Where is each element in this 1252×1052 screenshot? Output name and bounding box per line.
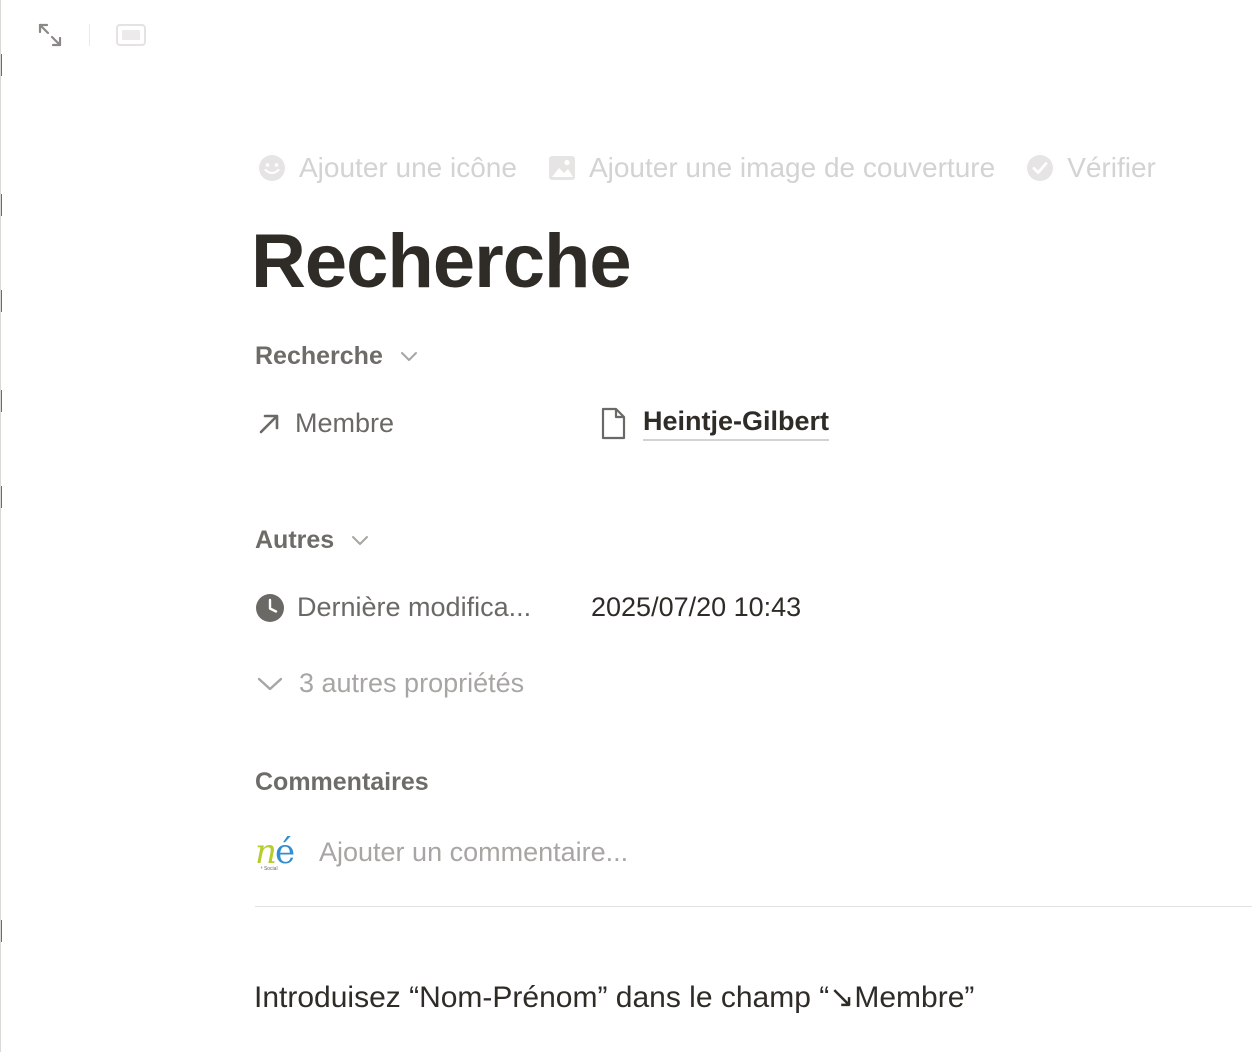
property-value-timestamp: 2025/07/20 10:43 [591, 592, 802, 622]
logo-mark: é [275, 832, 296, 872]
verified-check-icon [1027, 155, 1054, 181]
property-name[interactable]: Membre [255, 408, 585, 439]
section-toggle-autres[interactable]: Autres [255, 526, 370, 555]
property-label: Dernière modifica... [297, 592, 532, 622]
window-edge-marker [1, 920, 2, 942]
comments-heading: Commentaires [255, 768, 429, 796]
section-toggle-recherche[interactable]: Recherche [255, 342, 419, 371]
avatar: n é mt Social [255, 828, 303, 876]
page-actions-row: Ajouter une icône Ajouter une image de c… [257, 152, 1156, 184]
section-label: Recherche [255, 342, 383, 370]
window-edge-marker [1, 54, 2, 76]
verify-button[interactable]: Vérifier [1025, 152, 1156, 184]
page-peek-panel: Ajouter une icône Ajouter une image de c… [0, 0, 1252, 1052]
logo-caption: mt Social [257, 866, 278, 872]
property-row-membre: Membre Heintje-Gilbert [255, 406, 830, 441]
view-mode-icon[interactable] [113, 20, 149, 50]
smiley-icon [259, 155, 285, 181]
window-edge-marker [1, 194, 2, 216]
comment-input[interactable] [319, 836, 1019, 868]
chevron-down-icon [400, 351, 417, 361]
section-label: Autres [255, 526, 335, 554]
window-edge-marker [1, 486, 2, 508]
window-edge-marker [1, 290, 2, 312]
add-icon-button[interactable]: Ajouter une icône [257, 152, 517, 184]
page-title[interactable]: Recherche [251, 218, 632, 305]
toolbar-divider [89, 24, 90, 46]
add-icon-label: Ajouter une icône [299, 152, 517, 183]
relation-link[interactable]: Heintje-Gilbert [597, 406, 830, 441]
window-edge-marker [1, 390, 2, 412]
divider [255, 906, 1252, 907]
expand-icon[interactable] [35, 20, 65, 50]
relation-link-label: Heintje-Gilbert [643, 406, 830, 441]
clock-icon [256, 593, 284, 622]
add-cover-button[interactable]: Ajouter une image de couverture [547, 152, 995, 184]
relation-arrow-icon [259, 414, 279, 433]
property-value: Heintje-Gilbert [597, 406, 830, 441]
body-paragraph[interactable]: Introduisez “Nom-Prénom” dans le champ “… [254, 980, 974, 1015]
property-row-last-modified: Dernière modifica... 2025/07/20 10:43 [255, 592, 801, 623]
page-icon [601, 407, 626, 439]
property-name[interactable]: Dernière modifica... [255, 592, 591, 623]
verify-label: Vérifier [1067, 152, 1156, 183]
property-label: Membre [295, 408, 395, 438]
comment-composer: n é mt Social [255, 828, 1019, 876]
image-icon [548, 156, 575, 180]
chevron-down-icon [257, 677, 283, 690]
add-cover-label: Ajouter une image de couverture [588, 152, 996, 183]
chevron-down-icon [352, 535, 369, 545]
more-properties-label: 3 autres propriétés [299, 668, 525, 698]
show-more-properties[interactable]: 3 autres propriétés [255, 668, 524, 699]
